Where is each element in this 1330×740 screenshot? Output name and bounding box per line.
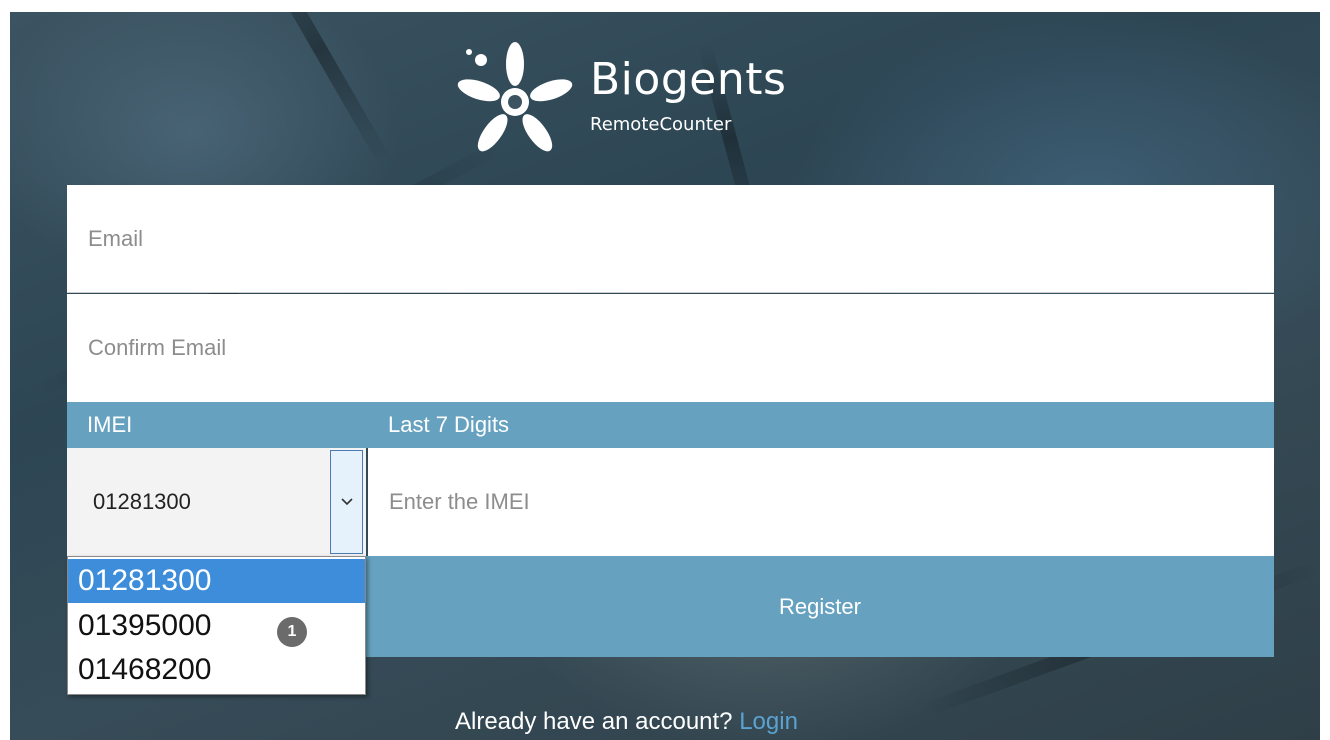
login-prompt-text: Already have an account? [455, 708, 733, 735]
login-link[interactable]: Login [739, 708, 798, 735]
imei-prefix-dropdown-list: 01281300 01395000 01468200 [67, 556, 366, 695]
imei-input[interactable] [368, 448, 1274, 556]
dropdown-arrow-button[interactable] [330, 450, 363, 554]
email-field-container [67, 185, 1274, 293]
imei-label-bar: IMEI Last 7 Digits [67, 402, 1274, 448]
brand-name: Biogents [590, 54, 787, 105]
chevron-down-icon [341, 498, 353, 506]
imei-prefix-value: 01281300 [93, 489, 191, 514]
email-field[interactable] [67, 185, 1274, 292]
imei-label: IMEI [87, 412, 133, 437]
star-figure-logo-icon [457, 42, 573, 152]
dropdown-option[interactable]: 01395000 [68, 604, 365, 648]
imei-prefix-select[interactable]: 01281300 [67, 448, 366, 556]
confirm-email-field[interactable] [67, 294, 1274, 402]
login-prompt: Already have an account? Login [455, 708, 798, 736]
dropdown-option[interactable]: 01281300 [68, 559, 365, 603]
dropdown-option[interactable]: 01468200 [68, 648, 365, 692]
step-number-badge: 1 [277, 617, 307, 647]
product-name: RemoteCounter [590, 114, 732, 135]
confirm-email-field-container [67, 294, 1274, 402]
brand-logo: Biogents RemoteCounter [455, 42, 815, 154]
register-button[interactable]: Register [366, 556, 1274, 657]
imei-input-container [368, 448, 1274, 556]
last-digits-label: Last 7 Digits [388, 412, 510, 437]
